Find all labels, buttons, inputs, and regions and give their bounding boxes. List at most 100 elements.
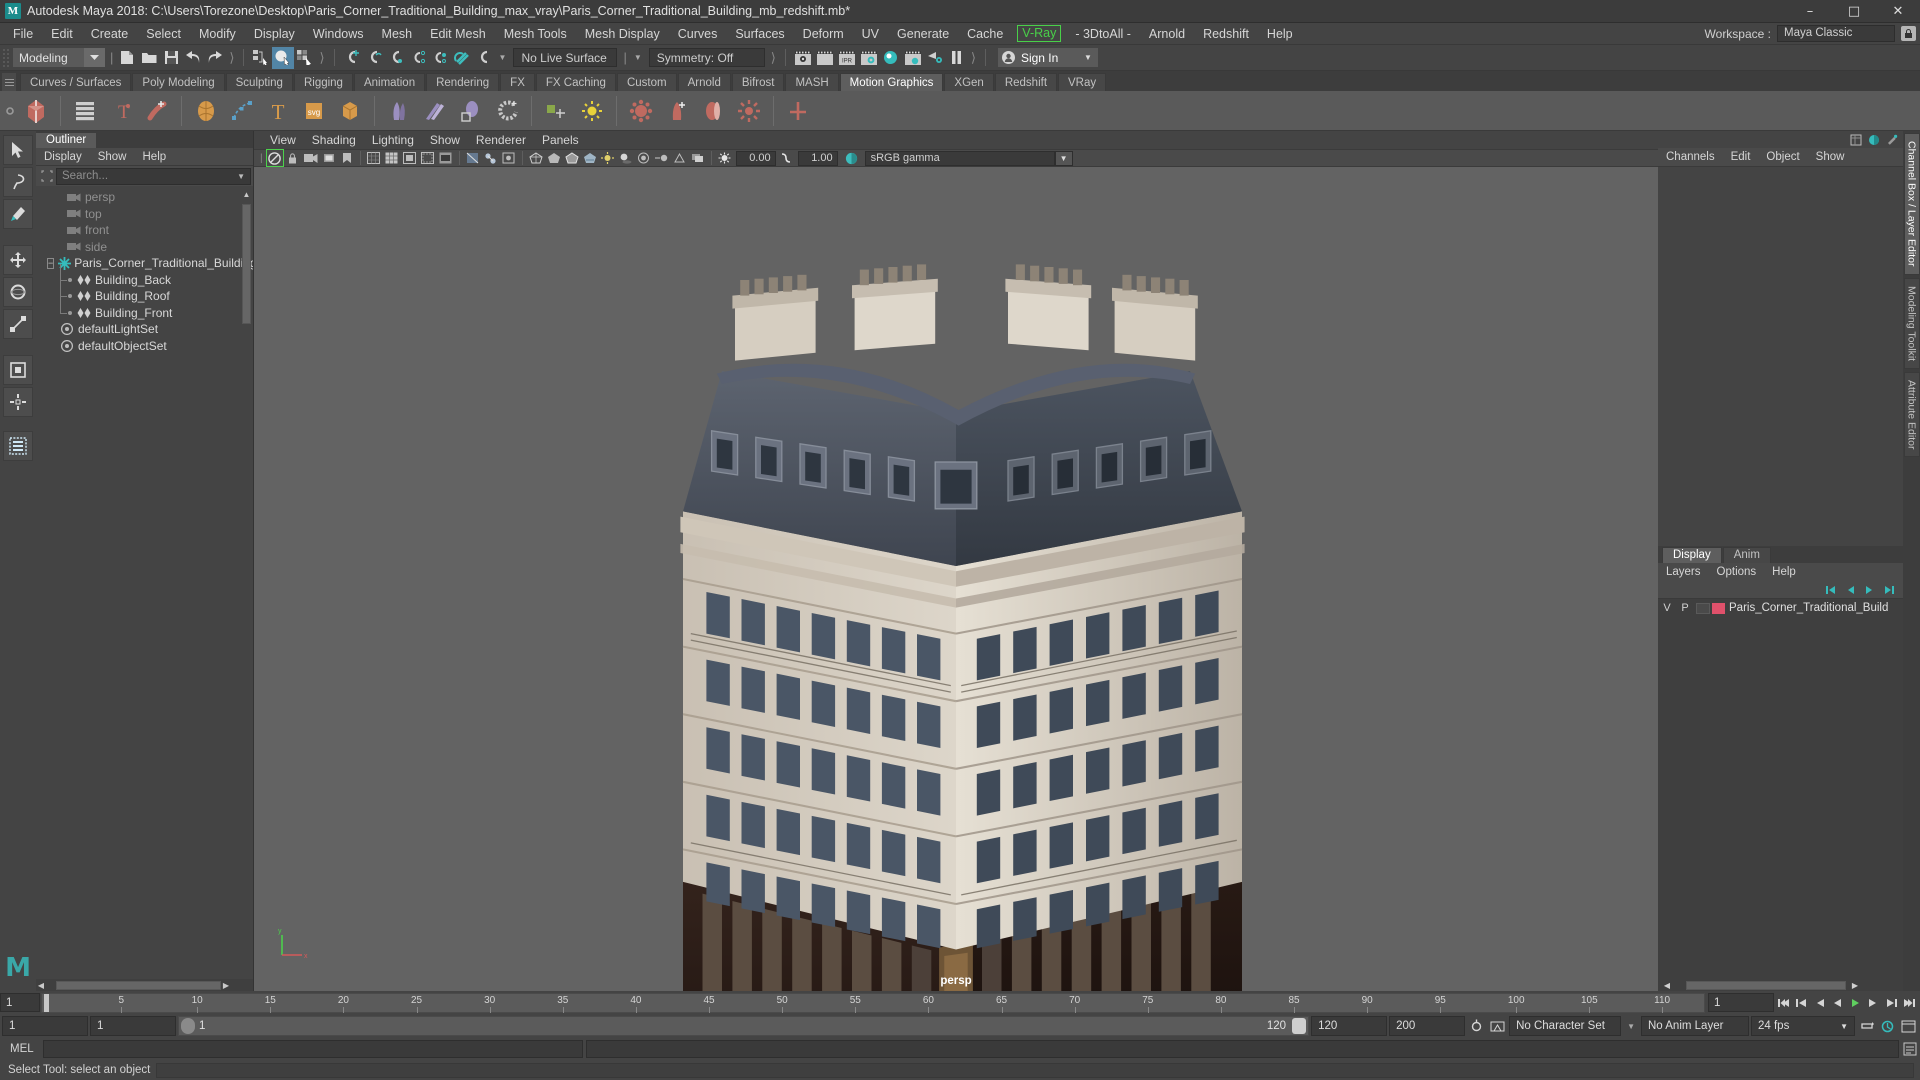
shelf-tab-motion-graphics[interactable]: Motion Graphics — [839, 73, 944, 91]
range-right-handle[interactable] — [1292, 1018, 1307, 1034]
mash-curve-icon[interactable] — [224, 93, 260, 129]
command-input[interactable] — [43, 1040, 583, 1058]
menu-generate[interactable]: Generate — [888, 23, 958, 45]
channelbox-menu-edit[interactable]: Edit — [1723, 151, 1759, 163]
menu-deform[interactable]: Deform — [794, 23, 853, 45]
shelf-tab-curves-surfaces[interactable]: Curves / Surfaces — [20, 73, 132, 91]
symmetry-field[interactable]: Symmetry: Off — [648, 48, 765, 67]
shelf-tab-animation[interactable]: Animation — [353, 73, 426, 91]
film-gate-icon[interactable] — [402, 150, 418, 166]
animation-preferences-icon[interactable] — [1488, 1017, 1507, 1036]
layer-playback-toggle[interactable]: P — [1676, 602, 1694, 614]
lasso-tool[interactable] — [3, 167, 33, 197]
shelf-tab-bifrost[interactable]: Bifrost — [731, 73, 785, 91]
workspace-selector[interactable]: Maya Classic — [1777, 25, 1895, 42]
mash-box-icon[interactable] — [332, 93, 368, 129]
wireframe-icon[interactable] — [528, 150, 544, 166]
shelf-tab-custom[interactable]: Custom — [616, 73, 677, 91]
magnet-icon[interactable] — [451, 47, 473, 69]
outliner-node-group-root[interactable]: − Paris_Corner_Traditional_Building_nc — [36, 255, 253, 272]
outliner-search-input[interactable]: Search... ▼ — [56, 167, 251, 185]
layer-list[interactable]: V P Paris_Corner_Traditional_Build — [1658, 599, 1903, 979]
menu-display[interactable]: Display — [245, 23, 304, 45]
playback-loop-icon[interactable] — [1857, 1017, 1876, 1036]
layer-first-icon[interactable] — [1823, 583, 1837, 597]
mash-sphere-icon[interactable] — [188, 93, 224, 129]
building-3d-model[interactable] — [254, 167, 1658, 991]
mash-transform-icon[interactable] — [623, 93, 659, 129]
viewport-menu-view[interactable]: View — [262, 133, 304, 147]
range-slider-track[interactable]: 1 120 — [178, 1016, 1310, 1036]
redo-icon[interactable] — [204, 47, 226, 69]
outliner-menu-show[interactable]: Show — [90, 151, 135, 163]
bookmark-icon[interactable] — [339, 150, 355, 166]
mash-world-icon[interactable] — [538, 93, 574, 129]
step-forward-frame-icon[interactable] — [1865, 993, 1882, 1012]
outliner-node-front[interactable]: front — [36, 222, 253, 239]
command-language-label[interactable]: MEL — [2, 1043, 40, 1055]
layer-menu-options[interactable]: Options — [1709, 566, 1765, 578]
menu-curves[interactable]: Curves — [669, 23, 727, 45]
select-component-icon[interactable] — [294, 47, 316, 69]
symmetry-chevron-icon[interactable]: ▼ — [630, 53, 646, 62]
anim-start-field[interactable]: 1 — [2, 1016, 88, 1036]
expander-icon[interactable]: − — [47, 257, 55, 269]
shelf-tab-redshift[interactable]: Redshift — [994, 73, 1058, 91]
menu-mesh-display[interactable]: Mesh Display — [576, 23, 669, 45]
minimize-button[interactable]: – — [1788, 0, 1832, 22]
paint-select-tool[interactable] — [3, 199, 33, 229]
channelbox-menu-channels[interactable]: Channels — [1658, 151, 1723, 163]
layer-next-icon[interactable] — [1863, 583, 1877, 597]
move-tool[interactable] — [3, 245, 33, 275]
scroll-left-icon[interactable]: ◀ — [36, 981, 46, 990]
go-to-start-icon[interactable] — [1775, 993, 1792, 1012]
menu-help[interactable]: Help — [1258, 23, 1302, 45]
mash-dynamics-icon[interactable] — [381, 93, 417, 129]
viewport-menu-show[interactable]: Show — [422, 133, 468, 147]
exposure-value[interactable]: 0.00 — [735, 150, 776, 166]
script-editor-icon[interactable] — [1902, 1041, 1918, 1057]
shaded-textured-icon[interactable] — [582, 150, 598, 166]
snap-point-icon[interactable] — [385, 47, 407, 69]
shelf-tab-vray[interactable]: VRay — [1058, 73, 1107, 91]
anim-layer-selector[interactable]: No Anim Layer — [1641, 1016, 1749, 1036]
snap-projected-icon[interactable] — [407, 47, 429, 69]
open-scene-icon[interactable] — [138, 47, 160, 69]
character-set-selector[interactable]: No Character Set — [1509, 1016, 1622, 1036]
scroll-left-icon[interactable]: ◀ — [1658, 981, 1676, 990]
shelf-tab-xgen[interactable]: XGen — [944, 73, 994, 91]
filter-brackets-icon[interactable] — [38, 168, 56, 184]
step-forward-key-icon[interactable] — [1883, 993, 1900, 1012]
pause-icon[interactable] — [946, 47, 968, 69]
layer-type-swatch[interactable] — [1696, 602, 1710, 614]
grid-toggle-icon[interactable] — [384, 150, 400, 166]
outliner-node-building-front[interactable]: Building_Front — [36, 296, 253, 322]
mash-flight-icon[interactable] — [417, 93, 453, 129]
time-slider-track[interactable]: 5 10 15 20 25 30 35 40 45 50 55 60 65 70… — [41, 992, 1705, 1013]
attribute-editor-icon[interactable] — [1866, 132, 1881, 147]
snap-grid-icon[interactable] — [341, 47, 363, 69]
ipr-render-icon[interactable]: IPR — [836, 47, 858, 69]
lock-icon[interactable] — [1901, 26, 1916, 41]
shelf-tab-fx-caching[interactable]: FX Caching — [535, 73, 616, 91]
xray-icon[interactable] — [465, 150, 481, 166]
scrollbar-thumb[interactable] — [56, 980, 221, 990]
outliner-node-default-light-set[interactable]: defaultLightSet — [36, 321, 253, 338]
layer-horizontal-scrollbar[interactable]: ◀ ▶ — [1658, 979, 1903, 991]
current-frame-field[interactable]: 1 — [0, 993, 40, 1012]
ao-icon[interactable] — [636, 150, 652, 166]
mash-repro-icon[interactable] — [489, 93, 525, 129]
layer-visibility-toggle[interactable]: V — [1658, 602, 1676, 614]
layer-last-icon[interactable] — [1883, 583, 1897, 597]
range-start-field[interactable]: 1 — [90, 1016, 176, 1036]
scroll-right-icon[interactable]: ▶ — [1846, 981, 1864, 990]
snap-curve-icon[interactable] — [363, 47, 385, 69]
outliner-menu-display[interactable]: Display — [36, 151, 90, 163]
shelf-tab-sculpting[interactable]: Sculpting — [225, 73, 293, 91]
color-space-selector[interactable]: sRGB gamma — [864, 150, 1055, 166]
shelf-tab-poly-modeling[interactable]: Poly Modeling — [132, 73, 225, 91]
layer-menu-layers[interactable]: Layers — [1658, 566, 1709, 578]
outliner-node-building-roof[interactable]: Building_Roof — [36, 280, 253, 305]
playback-end-field[interactable]: 1 — [1708, 993, 1774, 1012]
viewport-menu-lighting[interactable]: Lighting — [364, 133, 422, 147]
